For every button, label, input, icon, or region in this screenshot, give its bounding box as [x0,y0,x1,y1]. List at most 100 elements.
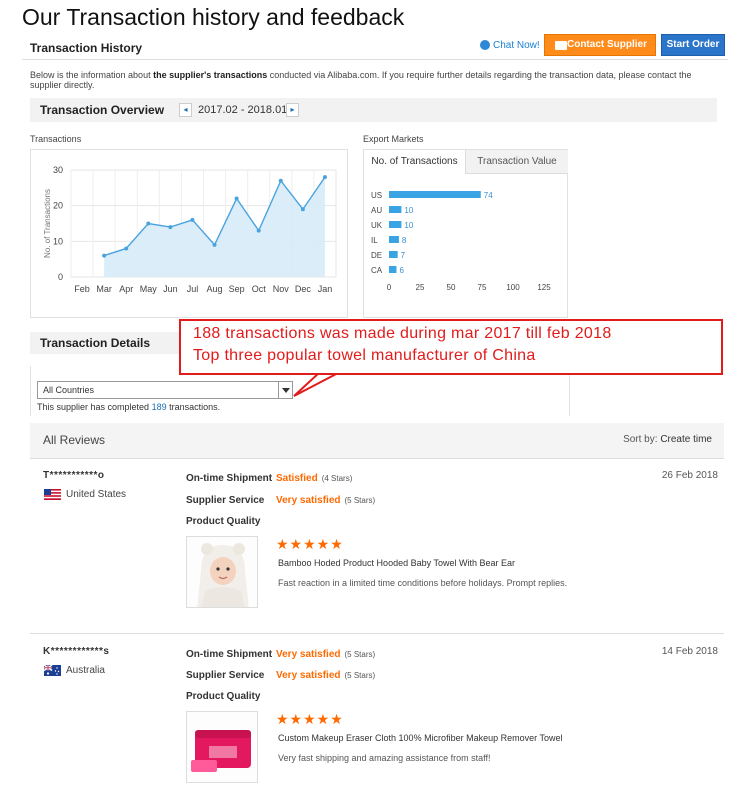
y-axis-label: No. of Transactions [43,189,52,258]
x-tick-label: Oct [252,284,267,294]
transactions-chart-panel: 0 10 20 30 Feb Mar Apr May Jun Jul Aug Sep Oct Nov Dec… [30,149,348,318]
details-title: Transaction Details [40,336,151,350]
product-rating-stars: ★★★★★ [276,711,344,727]
bar-value-label: 10 [404,221,413,230]
x-tick-label: Feb [74,284,90,294]
start-order-button[interactable]: Start Order [661,34,725,56]
page-title: Our Transaction history and feedback [22,4,405,30]
review-item: T***********o United States On-time Ship… [30,470,724,640]
sort-control[interactable]: Sort by: Create time [623,434,712,445]
overview-title: Transaction Overview [40,103,165,117]
bar-value-label: 10 [404,206,413,215]
data-point [212,242,217,247]
tab-no-of-transactions[interactable]: No. of Transactions [364,150,466,174]
x-tick-label: Nov [273,284,290,294]
shipment-rating: Very satisfied (5 Stars) [276,649,375,660]
label-on-time-shipment: On-time Shipment [186,473,273,484]
x-tick-label: Dec [295,284,312,294]
x-tick-label: Apr [119,284,133,294]
completed-prefix: This supplier has completed [37,402,152,412]
transaction-overview-bar: Transaction Overview ◂ 2017.02 - 2018.01… [30,98,717,122]
data-point [168,225,173,230]
prev-period-button[interactable]: ◂ [179,103,192,117]
callout-line-2: Top three popular towel manufacturer of … [193,347,536,364]
x-tick-label: 50 [447,283,456,292]
next-period-button[interactable]: ▸ [286,103,299,117]
bar [389,206,402,213]
review-item: K************s Australia On-time Shipmen… [30,646,724,808]
review-date: 14 Feb 2018 [661,646,718,657]
product-thumbnail[interactable] [186,536,258,608]
label-product-quality: Product Quality [186,691,261,702]
au-flag-icon [44,665,61,676]
bar-category-label: AU [371,206,382,215]
completed-transactions-text: This supplier has completed 189 transact… [37,402,220,412]
tab-transaction-value[interactable]: Transaction Value [466,150,568,174]
callout-line-1: 188 transactions was made during mar 201… [193,325,612,342]
service-stars-count: (5 Stars) [344,671,376,680]
bar-category-label: UK [371,221,383,230]
reviewer-country: United States [66,489,127,500]
section-title: Transaction History [30,41,143,55]
data-point [300,207,305,212]
product-rating-stars: ★★★★★ [276,536,344,552]
data-point [322,175,327,180]
data-point [234,196,239,201]
chat-now-link[interactable]: Chat Now! [480,40,540,51]
shipment-rating-text: Very satisfied [276,649,341,660]
x-tick-label: May [140,284,158,294]
service-stars-count: (5 Stars) [344,496,376,505]
sort-value[interactable]: Create time [660,434,712,445]
x-tick-label: 125 [537,283,551,292]
completed-count: 189 [151,402,167,412]
review-date: 26 Feb 2018 [661,470,718,481]
chat-icon [480,40,490,50]
makeup-cloth-image [187,712,257,782]
product-thumbnail[interactable] [186,711,258,783]
bar-category-label: DE [371,251,382,260]
data-point [146,221,151,226]
transactions-label: Transactions [30,134,82,144]
bar-category-label: US [371,191,382,200]
callout-pointer [293,372,340,397]
data-point [190,217,195,222]
x-tick-label: 100 [506,283,520,292]
x-tick-label: 75 [478,283,487,292]
shipment-stars-count: (5 Stars) [344,650,376,659]
y-tick-label: 10 [53,236,63,246]
reviewer-country: Australia [66,665,105,676]
data-point [278,178,283,183]
service-rating-text: Very satisfied [276,670,341,681]
label-on-time-shipment: On-time Shipment [186,649,273,660]
contact-supplier-button[interactable]: Contact Supplier [544,34,656,56]
data-point [256,228,261,233]
product-name[interactable]: Custom Makeup Eraser Cloth 100% Microfib… [278,733,562,743]
us-flag-icon [44,489,61,500]
reviewer-name: T***********o [43,470,105,481]
service-rating: Very satisfied (5 Stars) [276,495,375,506]
intro-prefix: Below is the information about [30,70,154,80]
country-select[interactable]: All Countries [37,381,293,399]
bar-value-label: 7 [401,251,406,260]
bar-value-label: 6 [399,266,404,275]
shipment-rating: Satisfied (4 Stars) [276,473,352,484]
x-tick-label: Jun [163,284,178,294]
bar [389,221,402,228]
x-tick-label: Jul [187,284,199,294]
transactions-line-chart: 0 10 20 30 Feb Mar Apr May Jun Jul Aug Sep Oct Nov Dec… [43,165,337,294]
y-tick-label: 0 [58,272,63,282]
data-point [124,246,129,251]
contact-supplier-label: Contact Supplier [566,39,647,50]
export-markets-panel: No. of Transactions Transaction Value US… [363,149,568,318]
bar-value-label: 74 [484,191,493,200]
y-tick-label: 20 [53,201,63,211]
export-markets-bar-chart: US 74 AU 10 UK 10 IL 8 DE 7 CA 60 25 50 75 100 125 [371,191,551,292]
bar [389,266,397,273]
x-tick-label: Sep [229,284,245,294]
intro-bold: the supplier's transactions [153,70,268,80]
label-product-quality: Product Quality [186,516,261,527]
transaction-history-header: Transaction History Chat Now! Contact Su… [22,34,728,60]
product-name[interactable]: Bamboo Hoded Product Hooded Baby Towel W… [278,558,515,568]
bar-category-label: IL [371,236,378,245]
bar [389,191,481,198]
